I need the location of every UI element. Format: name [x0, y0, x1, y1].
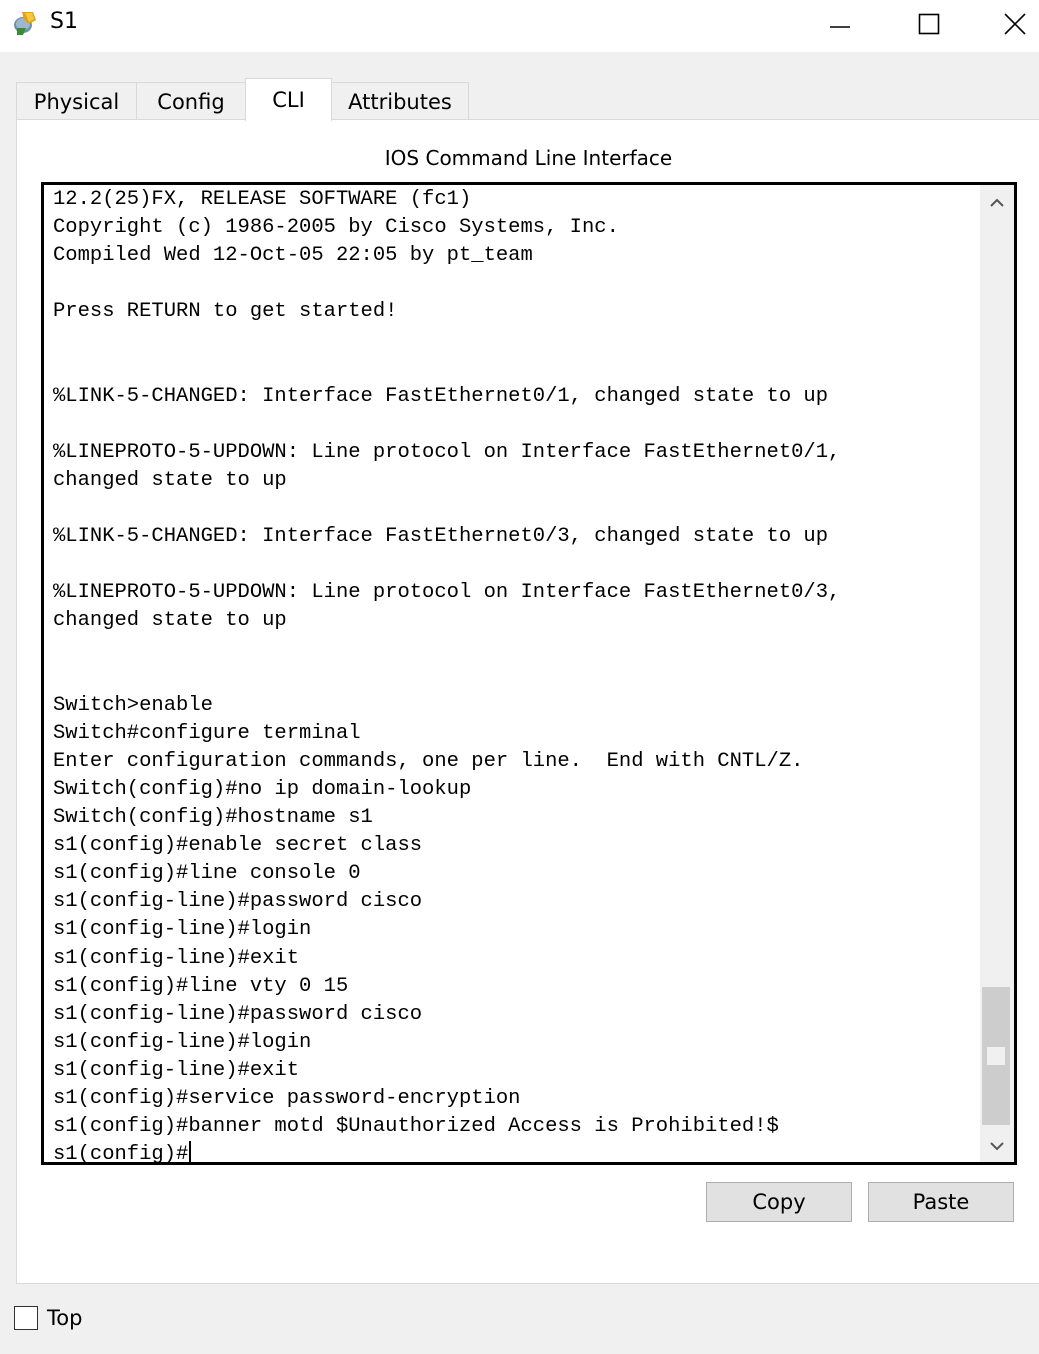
scroll-up-button[interactable] — [980, 185, 1014, 219]
tab-label: CLI — [272, 88, 305, 112]
tab-label: Attributes — [348, 89, 452, 114]
terminal-line: Press RETURN to get started! — [53, 300, 398, 324]
terminal-output[interactable]: 12.2(25)FX, RELEASE SOFTWARE (fc1) Copyri… — [53, 186, 973, 1162]
terminal-line: changed state to up — [53, 468, 287, 492]
terminal-line: s1(config-line)#password cisco — [53, 890, 423, 914]
terminal-line: s1(config-line)#password cisco — [53, 1002, 423, 1026]
terminal-line: Switch(config)#hostname s1 — [53, 806, 373, 830]
terminal-line: %LINEPROTO-5-UPDOWN: Line protocol on In… — [53, 581, 841, 605]
title-bar[interactable]: S1 — [0, 0, 1039, 52]
minimize-button[interactable] — [810, 0, 870, 48]
device-window: S1 Physical Config CLI Attributes IOS Co… — [0, 0, 1039, 1354]
terminal-line: Compiled Wed 12-Oct-05 22:05 by pt_team — [53, 244, 533, 268]
cli-terminal[interactable]: 12.2(25)FX, RELEASE SOFTWARE (fc1) Copyri… — [41, 182, 1017, 1165]
top-checkbox-group[interactable]: Top — [14, 1306, 82, 1330]
scroll-down-arrow-icon — [990, 1136, 1004, 1155]
terminal-scrollbar[interactable] — [980, 185, 1014, 1162]
terminal-line: Switch(config)#no ip domain-lookup — [53, 777, 472, 801]
paste-button[interactable]: Paste — [868, 1182, 1014, 1222]
terminal-line: s1(config)#banner motd $Unauthorized Acc… — [53, 1115, 779, 1139]
packet-tracer-switch-icon — [12, 10, 40, 38]
tab-cli[interactable]: CLI — [245, 78, 332, 121]
terminal-line: Copyright (c) 1986-2005 by Cisco Systems… — [53, 216, 619, 240]
terminal-line: s1(config-line)#exit — [53, 1058, 300, 1082]
terminal-line: Switch#configure terminal — [53, 721, 361, 745]
terminal-line: s1(config-line)#login — [53, 918, 312, 942]
maximize-icon — [918, 13, 940, 35]
cli-panel: IOS Command Line Interface 12.2(25)FX, R… — [16, 119, 1039, 1284]
tab-label: Physical — [33, 89, 120, 114]
text-cursor — [189, 1141, 192, 1162]
terminal-line: 12.2(25)FX, RELEASE SOFTWARE (fc1) — [53, 188, 472, 211]
terminal-line: Switch>enable — [53, 693, 213, 717]
terminal-line: Enter configuration commands, one per li… — [53, 749, 804, 773]
terminal-line: s1(config)#enable secret class — [53, 834, 423, 858]
terminal-line: s1(config-line)#exit — [53, 946, 300, 970]
scroll-up-arrow-icon — [990, 193, 1004, 212]
terminal-line: s1(config)# — [53, 1141, 973, 1162]
minimize-icon — [829, 13, 851, 35]
tab-config[interactable]: Config — [136, 82, 246, 120]
terminal-line: changed state to up — [53, 609, 287, 633]
tab-attributes[interactable]: Attributes — [331, 82, 469, 120]
window-title: S1 — [50, 9, 78, 34]
panel-title: IOS Command Line Interface — [384, 146, 673, 170]
terminal-line: %LINEPROTO-5-UPDOWN: Line protocol on In… — [53, 440, 841, 464]
scroll-thumb-grip — [987, 1047, 1005, 1065]
terminal-line: s1(config)#line console 0 — [53, 862, 361, 886]
terminal-line: s1(config-line)#login — [53, 1030, 312, 1054]
close-icon — [1003, 12, 1027, 36]
scroll-down-button[interactable] — [980, 1128, 1014, 1162]
terminal-line: s1(config)#line vty 0 15 — [53, 974, 349, 998]
tab-label: Config — [157, 89, 225, 114]
copy-button[interactable]: Copy — [706, 1182, 852, 1222]
maximize-button[interactable] — [899, 0, 959, 48]
terminal-line: %LINK-5-CHANGED: Interface FastEthernet0… — [53, 525, 829, 549]
scroll-thumb[interactable] — [982, 987, 1010, 1125]
close-button[interactable] — [985, 0, 1039, 48]
top-checkbox-label: Top — [47, 1306, 83, 1330]
terminal-line: s1(config)#service password-encryption — [53, 1087, 521, 1110]
tab-physical[interactable]: Physical — [16, 82, 137, 120]
top-checkbox[interactable] — [14, 1306, 38, 1330]
terminal-line: %LINK-5-CHANGED: Interface FastEthernet0… — [53, 384, 829, 408]
